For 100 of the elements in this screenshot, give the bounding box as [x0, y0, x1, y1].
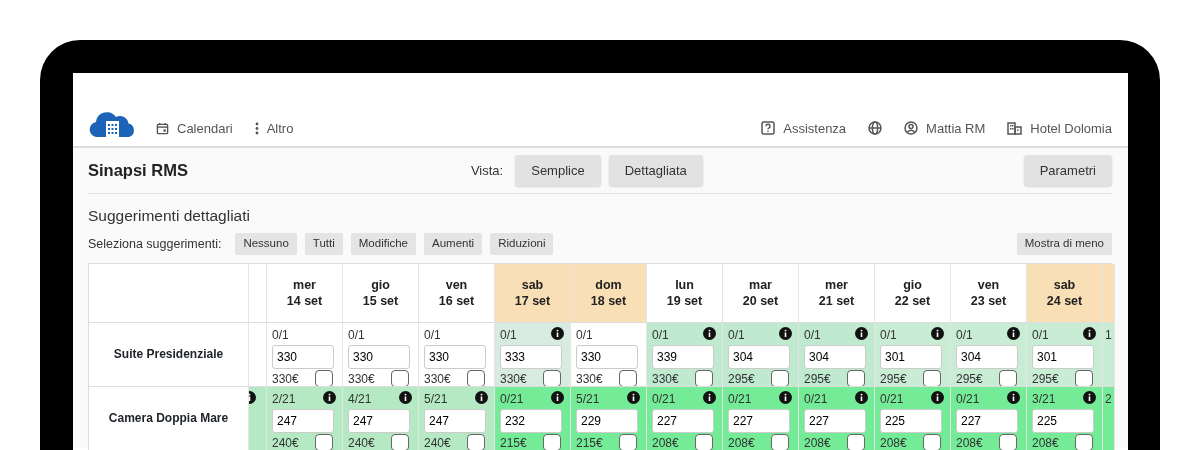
select-label: Seleziona suggerimenti:	[88, 235, 222, 253]
checkbox[interactable]	[847, 434, 865, 450]
price-input[interactable]: 330	[348, 344, 410, 369]
price-text: 240€	[424, 434, 451, 450]
page-title: Sinapsi RMS	[88, 160, 188, 182]
price-input[interactable]: 339	[652, 344, 714, 369]
occupancy-text: 1	[1105, 327, 1112, 342]
price-input[interactable]: 247	[348, 408, 410, 433]
info-icon[interactable]	[1007, 390, 1020, 404]
price-input[interactable]: 227	[652, 408, 714, 433]
price-input[interactable]: 227	[956, 408, 1018, 433]
price-input[interactable]: 225	[880, 408, 942, 433]
occupancy-text: 3/21	[1032, 390, 1056, 407]
price-input[interactable]: 225	[1032, 408, 1094, 433]
occupancy-text: 0/21	[728, 390, 752, 407]
show-less-button[interactable]: Mostra di meno	[1016, 233, 1112, 255]
info-icon[interactable]	[399, 390, 412, 404]
price-input[interactable]: 330	[424, 344, 486, 369]
info-icon[interactable]	[703, 326, 716, 340]
price-input[interactable]: 333	[500, 344, 562, 369]
info-icon[interactable]	[855, 390, 868, 404]
checkbox[interactable]	[771, 434, 789, 450]
globe-icon[interactable]	[868, 121, 883, 136]
checkbox[interactable]	[391, 434, 409, 450]
filter-button[interactable]: Riduzioni	[490, 233, 554, 255]
nav-link[interactable]: Mattia RM	[904, 118, 986, 138]
filter-button[interactable]: Nessuno	[235, 233, 297, 255]
info-icon[interactable]	[779, 326, 792, 340]
checkbox[interactable]	[619, 370, 637, 386]
checkbox[interactable]	[695, 434, 713, 450]
info-icon[interactable]	[1007, 326, 1020, 340]
price-input[interactable]: 301	[1032, 344, 1094, 369]
checkbox[interactable]	[923, 434, 941, 450]
price-input[interactable]: 304	[956, 344, 1018, 369]
checkbox[interactable]	[619, 434, 637, 450]
info-icon[interactable]	[551, 326, 564, 340]
filter-button[interactable]: Aumenti	[424, 233, 483, 255]
price-input[interactable]: 301	[880, 344, 942, 369]
checkbox[interactable]	[467, 434, 485, 450]
building-icon	[1007, 121, 1023, 135]
info-icon[interactable]	[323, 390, 336, 404]
checkbox[interactable]	[847, 370, 865, 386]
filter-button[interactable]: Modifiche	[350, 233, 416, 255]
occupancy-text: 5/21	[576, 390, 600, 407]
price-input[interactable]: 229	[576, 408, 638, 433]
price-input[interactable]: 247	[272, 408, 334, 433]
occupancy-text: 2	[1105, 391, 1112, 406]
info-icon[interactable]	[551, 390, 564, 404]
checkbox[interactable]	[1075, 370, 1093, 386]
price-text: 208€	[880, 434, 907, 450]
info-icon[interactable]	[1083, 326, 1096, 340]
checkbox[interactable]	[467, 370, 485, 386]
price-text: 215€	[576, 434, 603, 450]
nav-link[interactable]: Calendari	[156, 118, 233, 138]
info-icon[interactable]	[627, 390, 640, 404]
checkbox[interactable]	[999, 370, 1017, 386]
occupancy-text: 0/1	[500, 326, 517, 343]
cloud-logo[interactable]	[89, 112, 136, 138]
checkbox[interactable]	[923, 370, 941, 386]
checkbox[interactable]	[695, 370, 713, 386]
checkbox[interactable]	[543, 434, 561, 450]
checkbox[interactable]	[999, 434, 1017, 450]
occupancy-text: 0/21	[804, 390, 828, 407]
checkbox[interactable]	[771, 370, 789, 386]
checkbox[interactable]	[391, 370, 409, 386]
price-text: 208€	[1032, 434, 1059, 450]
checkbox[interactable]	[315, 434, 333, 450]
price-text: 330€	[348, 370, 375, 386]
occupancy-text: 0/21	[500, 390, 524, 407]
price-input[interactable]: 304	[728, 344, 790, 369]
checkbox[interactable]	[315, 370, 333, 386]
info-icon[interactable]	[779, 390, 792, 404]
price-input[interactable]: 227	[728, 408, 790, 433]
checkbox[interactable]	[543, 370, 561, 386]
price-input[interactable]: 247	[424, 408, 486, 433]
filter-button[interactable]: Tutti	[304, 233, 343, 255]
view-button[interactable]: Dettagliata	[608, 154, 703, 187]
info-icon[interactable]	[1083, 390, 1096, 404]
price-input[interactable]: 304	[804, 344, 866, 369]
info-icon[interactable]	[931, 390, 944, 404]
price-input[interactable]: 227	[804, 408, 866, 433]
view-label: Vista:	[470, 161, 504, 180]
info-icon[interactable]	[703, 390, 716, 404]
price-input[interactable]: 330	[272, 344, 334, 369]
nav-link[interactable]: Assistenza	[761, 118, 847, 138]
parameters-button[interactable]: Parametri	[1023, 154, 1112, 187]
nav-link[interactable]: Altro	[254, 118, 294, 138]
view-button[interactable]: Semplice	[515, 154, 601, 187]
price-input[interactable]: 330	[576, 344, 638, 369]
info-icon[interactable]	[475, 390, 488, 404]
section-title: Suggerimenti dettagliati	[88, 206, 251, 226]
user-icon	[904, 121, 919, 136]
calendar-icon	[156, 121, 169, 135]
room-name: Camera Doppia Mare	[108, 410, 229, 427]
checkbox[interactable]	[1075, 434, 1093, 450]
info-icon[interactable]	[855, 326, 868, 340]
nav-link[interactable]: Hotel Dolomia	[1007, 118, 1112, 138]
info-icon[interactable]	[931, 326, 944, 340]
occupancy-text: 2/21	[272, 390, 296, 407]
price-input[interactable]: 232	[500, 408, 562, 433]
